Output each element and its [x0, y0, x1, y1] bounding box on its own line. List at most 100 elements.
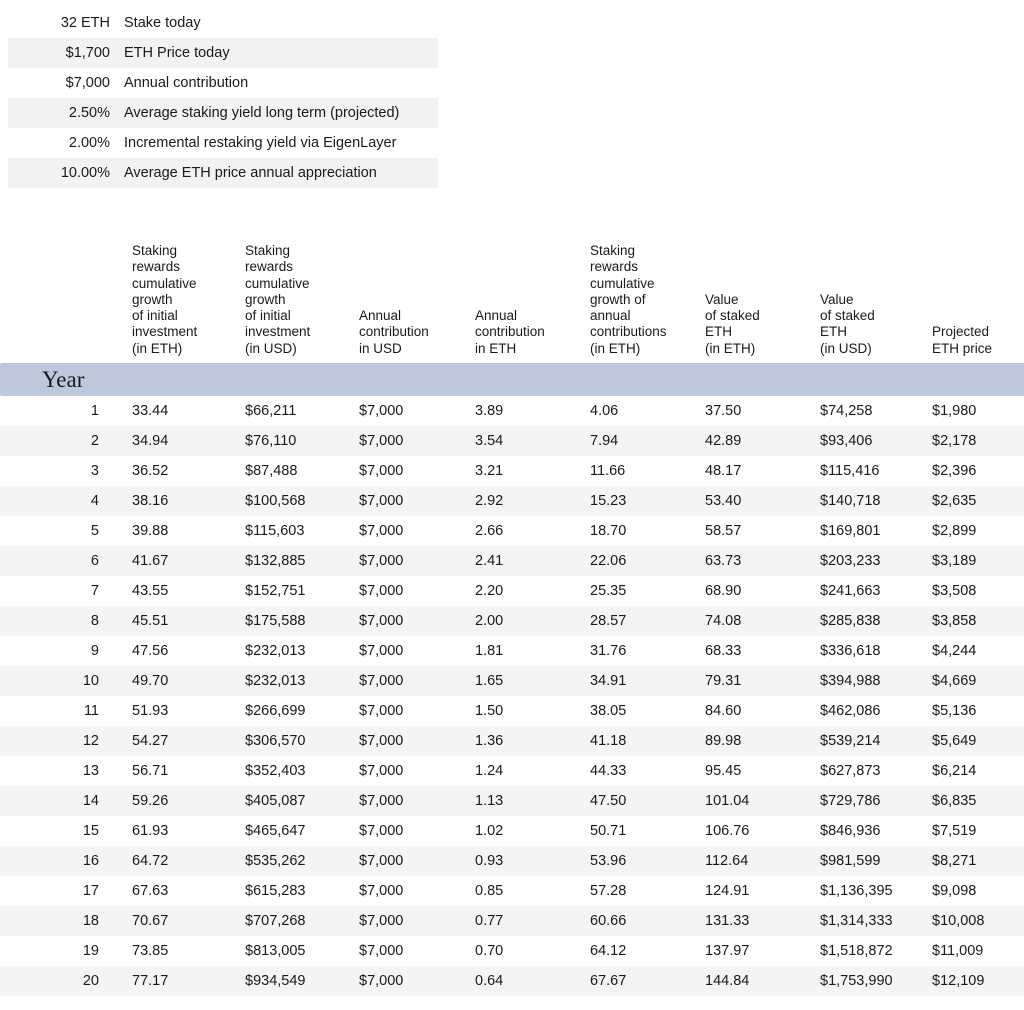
- cell-value: $285,838: [820, 606, 932, 636]
- cell-value: 77.17: [132, 966, 245, 996]
- cell-year: 17: [82, 883, 99, 899]
- cell-value: 53.40: [705, 486, 820, 516]
- row-gutter-left: [0, 666, 7, 696]
- assumption-value: 2.50%: [68, 105, 110, 121]
- cell-value: 0.64: [475, 966, 590, 996]
- cell-value: 42.89: [705, 426, 820, 456]
- header-line: of initial: [132, 308, 178, 324]
- header-line: in ETH: [475, 340, 517, 356]
- cell-value: $6,214: [932, 763, 977, 779]
- cell-value: $4,669: [932, 666, 1024, 696]
- cell-value: 67.67: [590, 966, 705, 996]
- cell-value: 28.57: [590, 606, 705, 636]
- cell-value: $707,268: [245, 906, 359, 936]
- cell-value: 7.94: [590, 426, 705, 456]
- header-cell-year: [7, 225, 132, 363]
- cell-value: $729,786: [820, 786, 932, 816]
- assumption-row: 32 ETH Stake today: [8, 8, 438, 38]
- header-line: ETH price: [932, 340, 993, 356]
- cell-value: 2.66: [475, 523, 504, 539]
- cell-value: $813,005: [245, 943, 306, 959]
- assumption-row: 10.00% Average ETH price annual appreciat…: [8, 158, 438, 188]
- cell-value: $87,488: [245, 463, 298, 479]
- cell-value: $3,508: [932, 583, 977, 599]
- cell-year: 19: [82, 943, 99, 959]
- header-line: contributions: [590, 324, 667, 340]
- row-gutter-left: [0, 456, 7, 486]
- table-row: 13 56.71 $352,403 $7,000 1.24 44.33 95.45 $627,…: [0, 756, 1024, 786]
- header-line: Projected: [932, 324, 990, 340]
- header-line: growth of: [590, 291, 646, 307]
- table-row: 19 73.85 $813,005 $7,000 0.70 64.12 137.97 $1,5…: [0, 936, 1024, 966]
- cell-value: $232,013: [245, 643, 306, 659]
- cell-value: $2,899: [932, 523, 977, 539]
- cell-year: 13: [82, 763, 99, 779]
- row-gutter-left: [0, 816, 7, 846]
- header-line: rewards: [132, 259, 181, 275]
- cell-value: $7,000: [359, 943, 404, 959]
- cell-value: $7,000: [359, 463, 404, 479]
- cell-value: 38.16: [132, 486, 245, 516]
- cell-year: 2: [7, 426, 132, 456]
- cell-value: $66,211: [245, 403, 297, 419]
- cell-value: 54.27: [132, 726, 245, 756]
- cell-value: $76,110: [245, 426, 359, 456]
- cell-value: $5,649: [932, 726, 1024, 756]
- cell-value: 68.33: [705, 643, 742, 659]
- row-gutter-left: [0, 516, 7, 546]
- cell-year: 4: [7, 486, 132, 516]
- table-row: 17 67.63 $615,283 $7,000 0.85 57.28 124.91 $1,1…: [0, 876, 1024, 906]
- cell-year: 20: [7, 966, 132, 996]
- header-cell-7: Projected ETH price: [932, 225, 1024, 363]
- table-row: 12 54.27 $306,570 $7,000 1.36 41.18 89.98 $539,…: [0, 726, 1024, 756]
- row-gutter-left: [0, 396, 7, 426]
- cell-value: $7,000: [359, 606, 475, 636]
- column-header-row: Staking rewards cumulative growth of initial…: [0, 225, 1024, 363]
- cell-value: 67.63: [132, 883, 169, 899]
- row-gutter-left: [0, 906, 7, 936]
- assumption-label: Stake today: [124, 15, 201, 31]
- header-line: contribution: [359, 324, 429, 340]
- cell-value: $846,936: [820, 823, 881, 839]
- cell-value: $352,403: [245, 763, 306, 779]
- table-row: 6 41.67 $132,885 $7,000 2.41 22.06 63.73 $203,2…: [0, 546, 1024, 576]
- cell-value: $7,000: [359, 426, 475, 456]
- cell-value: 34.94: [132, 426, 245, 456]
- cell-value: 144.84: [705, 966, 820, 996]
- header-cell-6: Value of staked ETH (in USD): [820, 225, 932, 363]
- header-line: investment: [132, 324, 198, 340]
- cell-value: 60.66: [590, 906, 705, 936]
- table-row: 15 61.93 $465,647 $7,000 1.02 50.71 106.76 $846…: [0, 816, 1024, 846]
- row-gutter-left: [0, 606, 7, 636]
- cell-value: 84.60: [705, 703, 742, 719]
- cell-year: 14: [7, 786, 132, 816]
- cell-value: 11.66: [590, 463, 626, 479]
- cell-value: 48.17: [705, 463, 742, 479]
- cell-value: $7,000: [359, 823, 404, 839]
- cell-value: $7,000: [359, 786, 475, 816]
- cell-value: $7,000: [359, 966, 475, 996]
- cell-value: $10,008: [932, 906, 1024, 936]
- cell-value: $9,098: [932, 883, 977, 899]
- cell-value: $7,000: [359, 703, 404, 719]
- cell-year: 9: [90, 643, 99, 659]
- cell-value: $266,699: [245, 703, 306, 719]
- cell-year: 5: [90, 523, 99, 539]
- cell-value: 47.50: [590, 786, 705, 816]
- cell-value: 0.70: [475, 943, 504, 959]
- cell-value: $7,000: [359, 666, 475, 696]
- cell-value: 2.92: [475, 486, 590, 516]
- cell-value: $3,189: [932, 546, 1024, 576]
- cell-value: 74.08: [705, 606, 820, 636]
- header-line: growth: [132, 291, 173, 307]
- cell-value: $535,262: [245, 846, 359, 876]
- cell-value: 25.35: [590, 583, 627, 599]
- table-row: 18 70.67 $707,268 $7,000 0.77 60.66 131.33 $1,3…: [0, 906, 1024, 936]
- cell-value: 45.51: [132, 606, 245, 636]
- cell-value: $11,009: [932, 943, 984, 959]
- cell-value: $7,000: [359, 486, 475, 516]
- row-gutter-left: [0, 936, 7, 966]
- cell-value: $7,000: [359, 906, 475, 936]
- table-row: 1 33.44 $66,211 $7,000 3.89 4.06 37.50 $74,258 $…: [0, 396, 1024, 426]
- cell-year: 6: [7, 546, 132, 576]
